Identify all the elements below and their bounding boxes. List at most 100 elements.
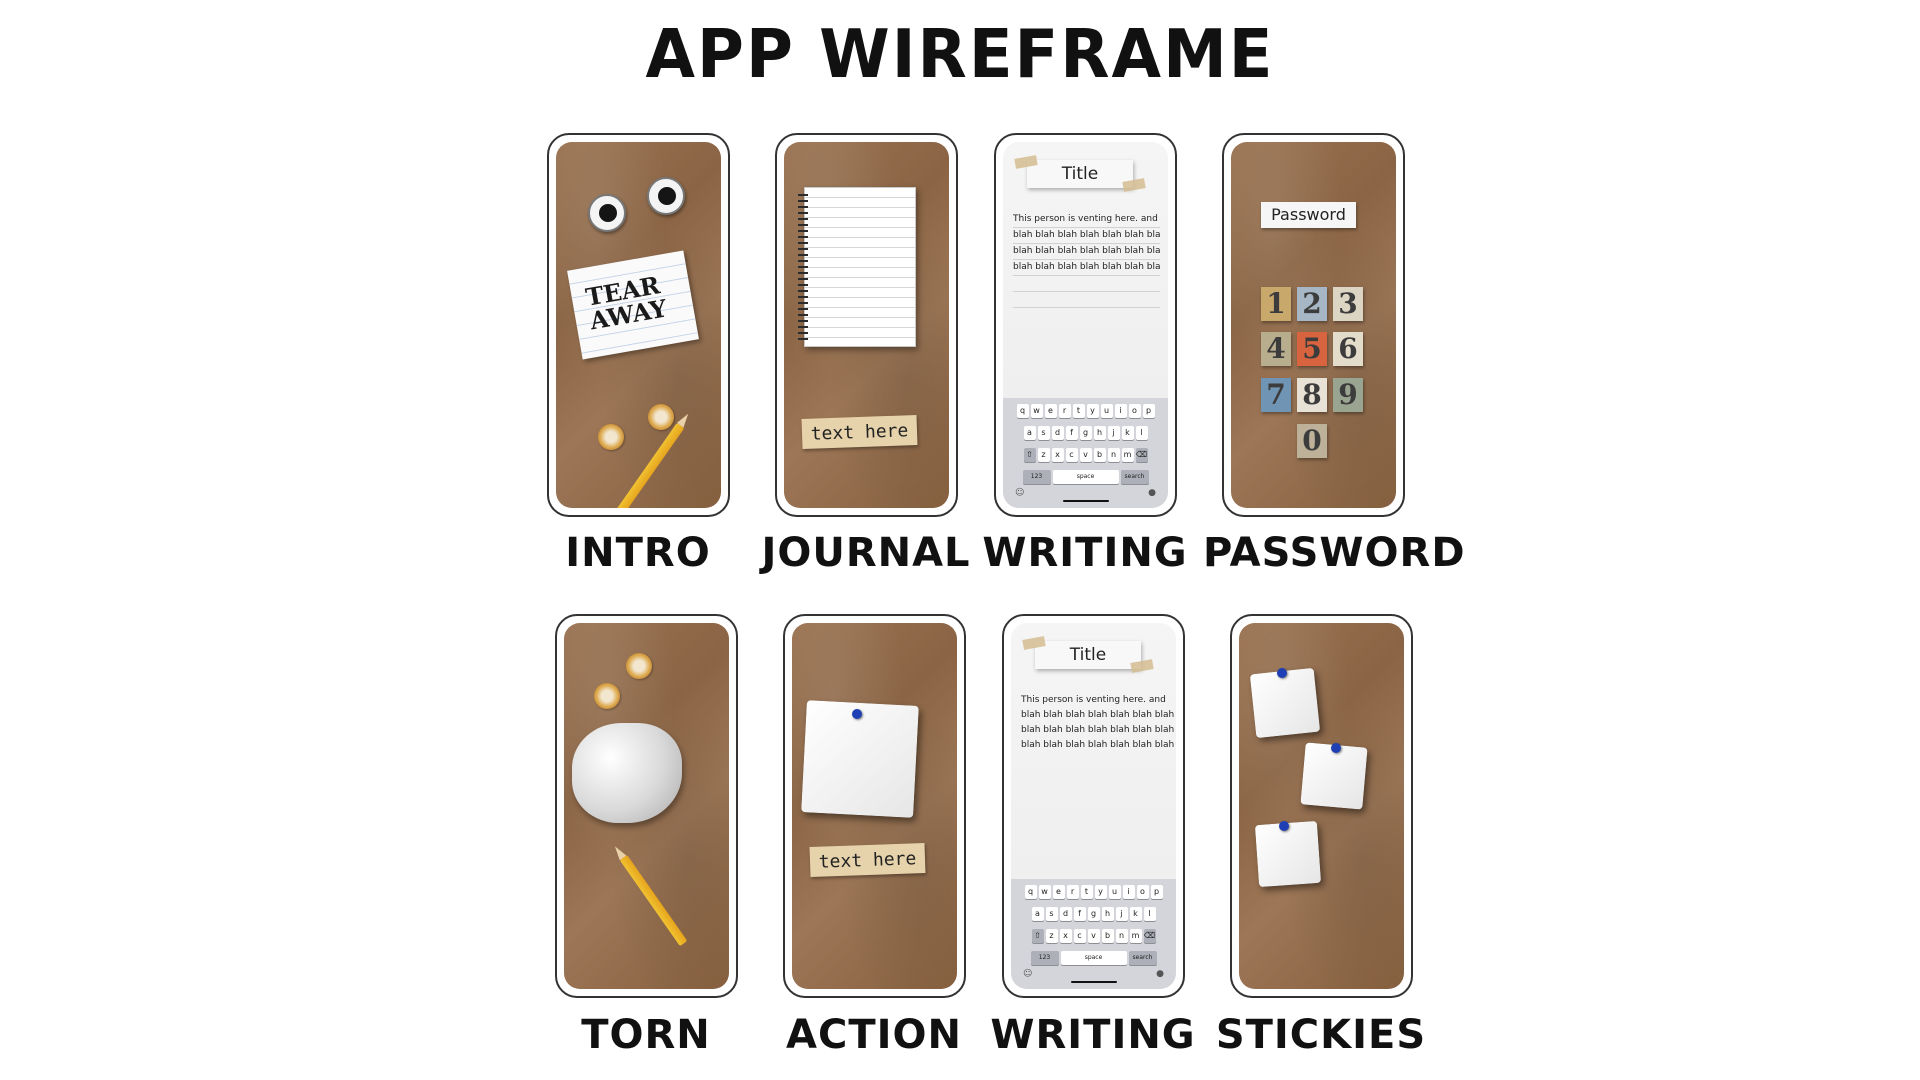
space-key[interactable]: space bbox=[1052, 470, 1119, 484]
key-y[interactable]: y bbox=[1094, 885, 1107, 899]
key-g[interactable]: g bbox=[1079, 426, 1092, 440]
crumpled-paper-icon[interactable] bbox=[572, 723, 682, 823]
key-n[interactable]: n bbox=[1107, 448, 1120, 462]
key-z[interactable]: z bbox=[1037, 448, 1050, 462]
keypad-key-6[interactable]: 6 bbox=[1333, 332, 1363, 366]
key-x[interactable]: x bbox=[1059, 929, 1072, 943]
key-t[interactable]: t bbox=[1072, 404, 1085, 418]
key-a[interactable]: a bbox=[1031, 907, 1044, 921]
keypad-key-4[interactable]: 4 bbox=[1261, 332, 1291, 366]
key-v[interactable]: v bbox=[1087, 929, 1100, 943]
screen-label-password: PASSWORD bbox=[1203, 530, 1466, 576]
key-n[interactable]: n bbox=[1115, 929, 1128, 943]
key-o[interactable]: o bbox=[1128, 404, 1141, 418]
tear-away-logo: TEAR AWAY bbox=[567, 250, 699, 360]
key-h[interactable]: h bbox=[1093, 426, 1106, 440]
key-i[interactable]: i bbox=[1122, 885, 1135, 899]
keypad-key-8[interactable]: 8 bbox=[1297, 378, 1327, 412]
emoji-icon[interactable]: ☺ bbox=[1015, 488, 1024, 498]
writing-body[interactable]: This person is venting here. and blah bl… bbox=[1013, 212, 1160, 308]
keypad-key-0[interactable]: 0 bbox=[1297, 424, 1327, 458]
shift-key-icon[interactable]: ⇧ bbox=[1023, 448, 1036, 462]
writing-title[interactable]: Title bbox=[1035, 641, 1141, 669]
key-b[interactable]: b bbox=[1093, 448, 1106, 462]
phone-frame-password[interactable]: Password 1 2 3 4 5 6 7 8 9 0 bbox=[1222, 133, 1405, 517]
space-key[interactable]: space bbox=[1060, 951, 1127, 965]
writing-body[interactable]: This person is venting here. and blah bl… bbox=[1021, 693, 1175, 753]
writing-title[interactable]: Title bbox=[1027, 160, 1133, 188]
key-u[interactable]: u bbox=[1100, 404, 1113, 418]
key-u[interactable]: u bbox=[1108, 885, 1121, 899]
key-y[interactable]: y bbox=[1086, 404, 1099, 418]
key-x[interactable]: x bbox=[1051, 448, 1064, 462]
notebook-icon[interactable] bbox=[798, 187, 916, 347]
key-w[interactable]: w bbox=[1038, 885, 1051, 899]
key-e[interactable]: e bbox=[1044, 404, 1057, 418]
shift-key-icon[interactable]: ⇧ bbox=[1031, 929, 1044, 943]
key-b[interactable]: b bbox=[1101, 929, 1114, 943]
phone-frame-intro[interactable]: TEAR AWAY bbox=[547, 133, 730, 517]
key-z[interactable]: z bbox=[1045, 929, 1058, 943]
phone-frame-writing[interactable]: Title This person is venting here. and b… bbox=[1002, 614, 1185, 998]
key-l[interactable]: l bbox=[1143, 907, 1156, 921]
backspace-key-icon[interactable]: ⌫ bbox=[1143, 929, 1156, 943]
key-j[interactable]: j bbox=[1107, 426, 1120, 440]
key-i[interactable]: i bbox=[1114, 404, 1127, 418]
key-q[interactable]: q bbox=[1024, 885, 1037, 899]
key-w[interactable]: w bbox=[1030, 404, 1043, 418]
key-v[interactable]: v bbox=[1079, 448, 1092, 462]
googly-eye-right-icon bbox=[647, 177, 685, 215]
key-j[interactable]: j bbox=[1115, 907, 1128, 921]
phone-frame-journal[interactable]: text here bbox=[775, 133, 958, 517]
key-m[interactable]: m bbox=[1121, 448, 1134, 462]
keypad-key-9[interactable]: 9 bbox=[1333, 378, 1363, 412]
key-c[interactable]: c bbox=[1073, 929, 1086, 943]
keypad-key-2[interactable]: 2 bbox=[1297, 287, 1327, 321]
phone-frame-writing[interactable]: Title This person is venting here. and b… bbox=[994, 133, 1177, 517]
keyboard-row-4: 123 space search bbox=[1011, 951, 1176, 965]
phone-frame-torn[interactable] bbox=[555, 614, 738, 998]
key-f[interactable]: f bbox=[1073, 907, 1086, 921]
key-e[interactable]: e bbox=[1052, 885, 1065, 899]
key-s[interactable]: s bbox=[1045, 907, 1058, 921]
key-c[interactable]: c bbox=[1065, 448, 1078, 462]
numbers-key[interactable]: 123 bbox=[1022, 470, 1051, 484]
key-r[interactable]: r bbox=[1058, 404, 1071, 418]
key-d[interactable]: d bbox=[1051, 426, 1064, 440]
microphone-icon[interactable]: ● bbox=[1148, 488, 1156, 498]
microphone-icon[interactable]: ● bbox=[1156, 969, 1164, 979]
search-key[interactable]: search bbox=[1120, 470, 1149, 484]
key-s[interactable]: s bbox=[1037, 426, 1050, 440]
phone-frame-stickies[interactable] bbox=[1230, 614, 1413, 998]
key-p[interactable]: p bbox=[1150, 885, 1163, 899]
key-k[interactable]: k bbox=[1129, 907, 1142, 921]
body-line: blah blah blah blah blah blah blah bbox=[1021, 725, 1175, 735]
text-here-tape[interactable]: text here bbox=[801, 415, 918, 449]
key-f[interactable]: f bbox=[1065, 426, 1078, 440]
phone-frame-action[interactable]: text here bbox=[783, 614, 966, 998]
screen-label-writing: WRITING bbox=[982, 530, 1188, 576]
sticky-note-icon[interactable] bbox=[1249, 667, 1321, 739]
search-key[interactable]: search bbox=[1128, 951, 1157, 965]
numbers-key[interactable]: 123 bbox=[1030, 951, 1059, 965]
key-t[interactable]: t bbox=[1080, 885, 1093, 899]
emoji-icon[interactable]: ☺ bbox=[1023, 969, 1032, 979]
key-d[interactable]: d bbox=[1059, 907, 1072, 921]
key-l[interactable]: l bbox=[1135, 426, 1148, 440]
key-g[interactable]: g bbox=[1087, 907, 1100, 921]
key-m[interactable]: m bbox=[1129, 929, 1142, 943]
sticky-note-icon[interactable] bbox=[1254, 820, 1322, 888]
keypad-key-3[interactable]: 3 bbox=[1333, 287, 1363, 321]
key-o[interactable]: o bbox=[1136, 885, 1149, 899]
text-here-tape[interactable]: text here bbox=[809, 843, 926, 877]
key-h[interactable]: h bbox=[1101, 907, 1114, 921]
key-q[interactable]: q bbox=[1016, 404, 1029, 418]
key-k[interactable]: k bbox=[1121, 426, 1134, 440]
keypad-key-5[interactable]: 5 bbox=[1297, 332, 1327, 366]
key-p[interactable]: p bbox=[1142, 404, 1155, 418]
keypad-key-1[interactable]: 1 bbox=[1261, 287, 1291, 321]
backspace-key-icon[interactable]: ⌫ bbox=[1135, 448, 1148, 462]
keypad-key-7[interactable]: 7 bbox=[1261, 378, 1291, 412]
key-a[interactable]: a bbox=[1023, 426, 1036, 440]
key-r[interactable]: r bbox=[1066, 885, 1079, 899]
